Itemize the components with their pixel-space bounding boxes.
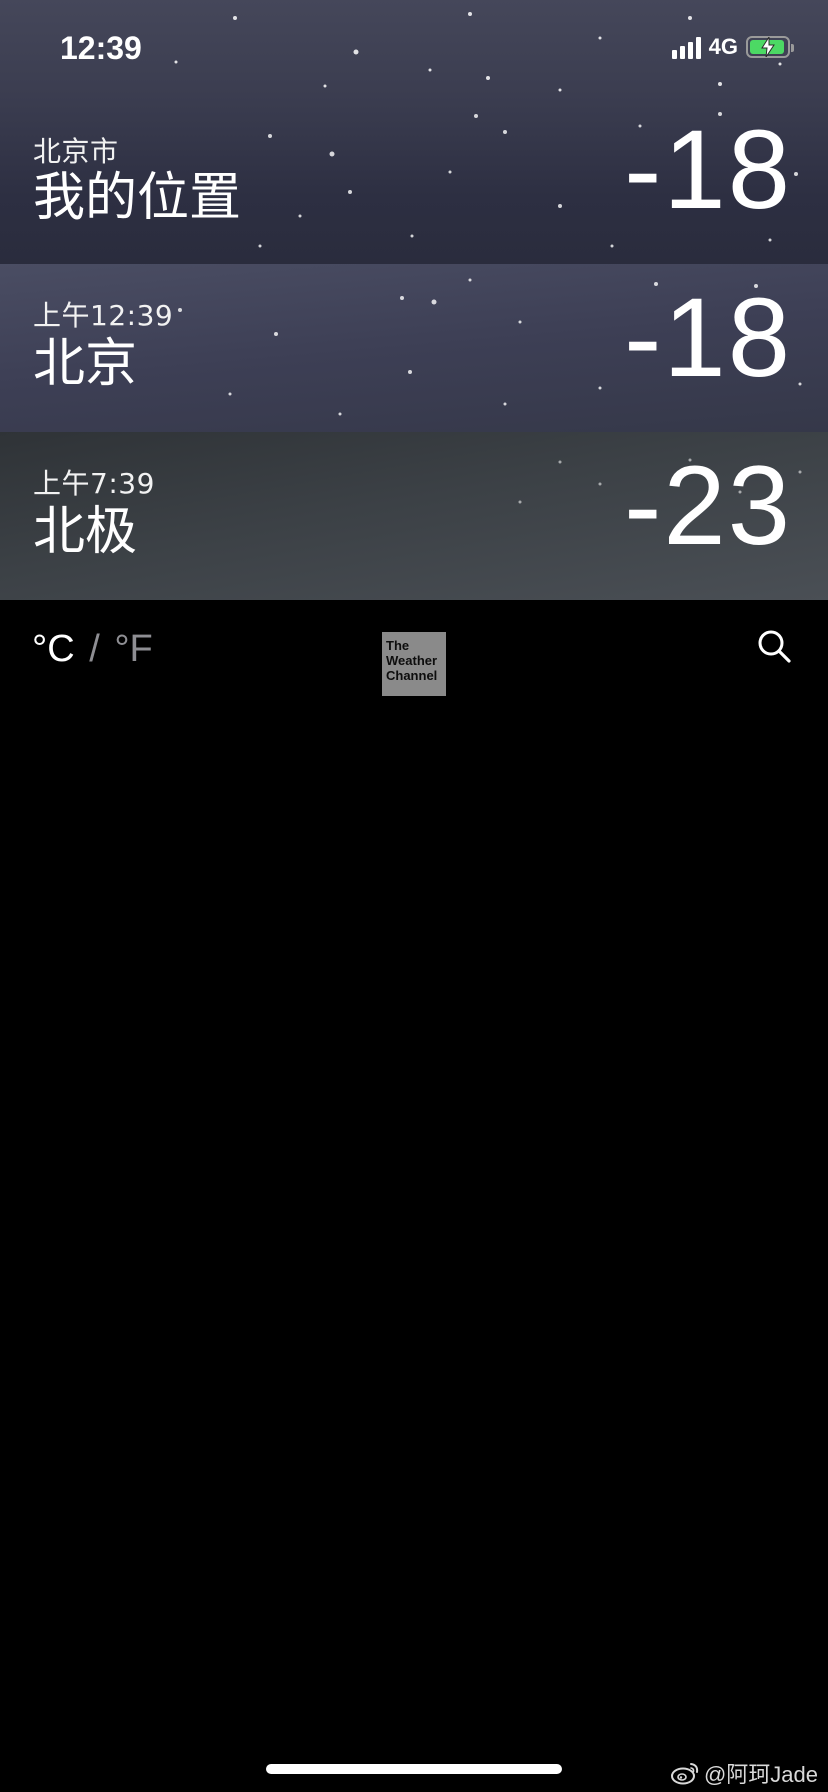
fahrenheit-option[interactable]: °F <box>114 628 152 670</box>
weibo-icon <box>670 1763 699 1785</box>
bottom-toolbar: °C / °F The Weather Channel <box>0 600 828 710</box>
search-icon[interactable] <box>756 628 794 666</box>
status-bar: 12:39 4G <box>0 0 828 96</box>
logo-line: Weather <box>386 653 438 668</box>
city-row-north-pole[interactable]: 上午7:39 北极 -23 <box>0 432 828 600</box>
status-indicators: 4G <box>671 34 794 60</box>
logo-line: Channel <box>386 668 438 683</box>
city-temperature: -23 <box>624 443 792 568</box>
watermark-text: @阿珂Jade <box>703 1762 818 1787</box>
network-type: 4G <box>708 34 738 59</box>
celsius-option[interactable]: °C <box>32 628 75 670</box>
battery-icon <box>746 36 794 58</box>
city-name: 北京 <box>33 334 138 394</box>
city-row-beijing[interactable]: 上午12:39 北京 -18 <box>0 264 828 432</box>
city-name: 我的位置 <box>33 168 242 228</box>
status-time: 12:39 <box>60 30 142 66</box>
unit-separator: / <box>89 628 100 670</box>
city-subtitle: 北京市 <box>33 135 119 168</box>
weather-city-list-screen: 12:39 4G 北京市 我的位置 -18 上午12:39 北京 -18 上午7… <box>0 0 828 1792</box>
city-temperature: -18 <box>624 275 792 400</box>
city-row-my-location[interactable]: 北京市 我的位置 -18 <box>0 96 828 264</box>
cellular-signal-icon <box>671 35 701 59</box>
city-subtitle: 上午12:39 <box>33 299 174 332</box>
home-indicator[interactable] <box>266 1764 562 1774</box>
city-temperature: -18 <box>624 107 792 232</box>
weather-channel-logo[interactable]: The Weather Channel <box>382 632 446 696</box>
charging-bolt-icon <box>761 37 775 57</box>
watermark: @阿珂Jade <box>670 1757 818 1789</box>
unit-toggle[interactable]: °C / °F <box>32 628 153 671</box>
logo-line: The <box>386 638 410 653</box>
city-name: 北极 <box>33 502 138 562</box>
city-subtitle: 上午7:39 <box>33 467 155 500</box>
